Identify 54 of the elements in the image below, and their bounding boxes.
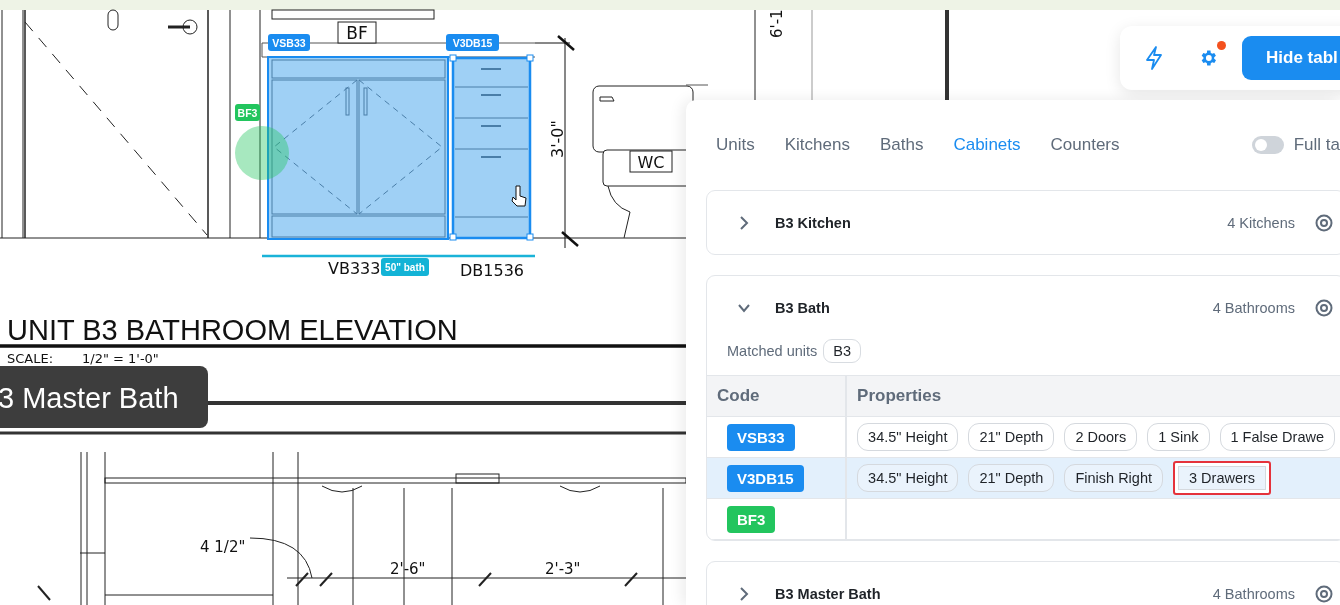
cabinet-code-label: VB333 (328, 259, 381, 278)
drawing-title: UNIT B3 BATHROOM ELEVATION (7, 314, 458, 346)
group-name[interactable]: B3 Bath (775, 299, 1213, 316)
code-tag: V3DB15 (727, 464, 804, 492)
sink-fixture-label: BF (337, 21, 377, 44)
matched-units-label: Matched units (727, 343, 818, 359)
column-header: Properties (846, 375, 1340, 417)
tab[interactable]: Baths (879, 135, 924, 155)
tab[interactable]: Counters (1050, 135, 1120, 155)
tab[interactable]: Units (716, 135, 755, 155)
chevron-right-icon[interactable] (737, 215, 751, 230)
chevron-right-icon[interactable] (737, 586, 751, 601)
property-chip: 1 Sink (1147, 423, 1210, 451)
pointer-cursor-icon (511, 185, 527, 207)
scale-value: 1/2" = 1'-0" (82, 351, 159, 366)
group-name[interactable]: B3 Kitchen (775, 214, 1228, 231)
tab[interactable]: Kitchens (784, 135, 850, 155)
group-count: 4 Kitchens (1227, 214, 1295, 231)
drawer-cabinet[interactable] (449, 54, 534, 241)
property-chip: 34.5" Height (857, 423, 959, 451)
toilet-label: WC (629, 150, 673, 173)
group-count: 4 Bathrooms (1212, 299, 1295, 316)
dimension-label: 4 1/2" (200, 538, 246, 556)
scale-label: SCALE: (7, 351, 54, 366)
dimension-label: 2'-3" (545, 560, 581, 578)
dimension-label: 6'-1 (768, 9, 786, 38)
hide-table-button[interactable]: Hide tabl (1242, 36, 1340, 80)
filler-marker[interactable] (235, 126, 289, 180)
column-header: Code (707, 375, 847, 417)
cabinet-tag[interactable]: V3DB15 (446, 34, 499, 51)
property-chip: 1 False Drawe (1219, 423, 1335, 451)
property-chip: 2 Doors (1064, 423, 1138, 451)
property-chip: Finish Right (1064, 464, 1163, 492)
lightning-icon[interactable] (1144, 46, 1164, 70)
tab[interactable]: Cabinets (953, 135, 1021, 155)
target-icon[interactable] (1315, 213, 1333, 232)
table-row[interactable]: VSB33 34.5" Height 21" Depth 2 Doors 1 Sink 1 False Drawe (707, 416, 1340, 458)
target-icon[interactable] (1315, 584, 1333, 603)
cabinet-tag[interactable]: VSB33 (268, 34, 310, 51)
group-name[interactable]: B3 Master Bath (775, 585, 1213, 602)
property-chip: 21" Depth (968, 423, 1055, 451)
dimension-label: 2'-6" (390, 560, 426, 578)
code-tag: VSB33 (727, 423, 795, 451)
property-chip: 21" Depth (968, 464, 1055, 492)
group-count: 4 Bathrooms (1212, 585, 1295, 602)
dimension-label: 3'-0" (548, 120, 567, 158)
property-chip: 34.5" Height (857, 464, 959, 492)
property-chip: 3 Drawers (1173, 461, 1272, 495)
toggle-switch[interactable] (1251, 136, 1284, 154)
code-tag: BF3 (727, 505, 776, 533)
target-icon[interactable] (1315, 298, 1333, 317)
cabinet-code-label: DB1536 (460, 261, 524, 280)
toggle-label: Full ta (1293, 135, 1340, 155)
unit-chip: B3 (823, 339, 862, 363)
